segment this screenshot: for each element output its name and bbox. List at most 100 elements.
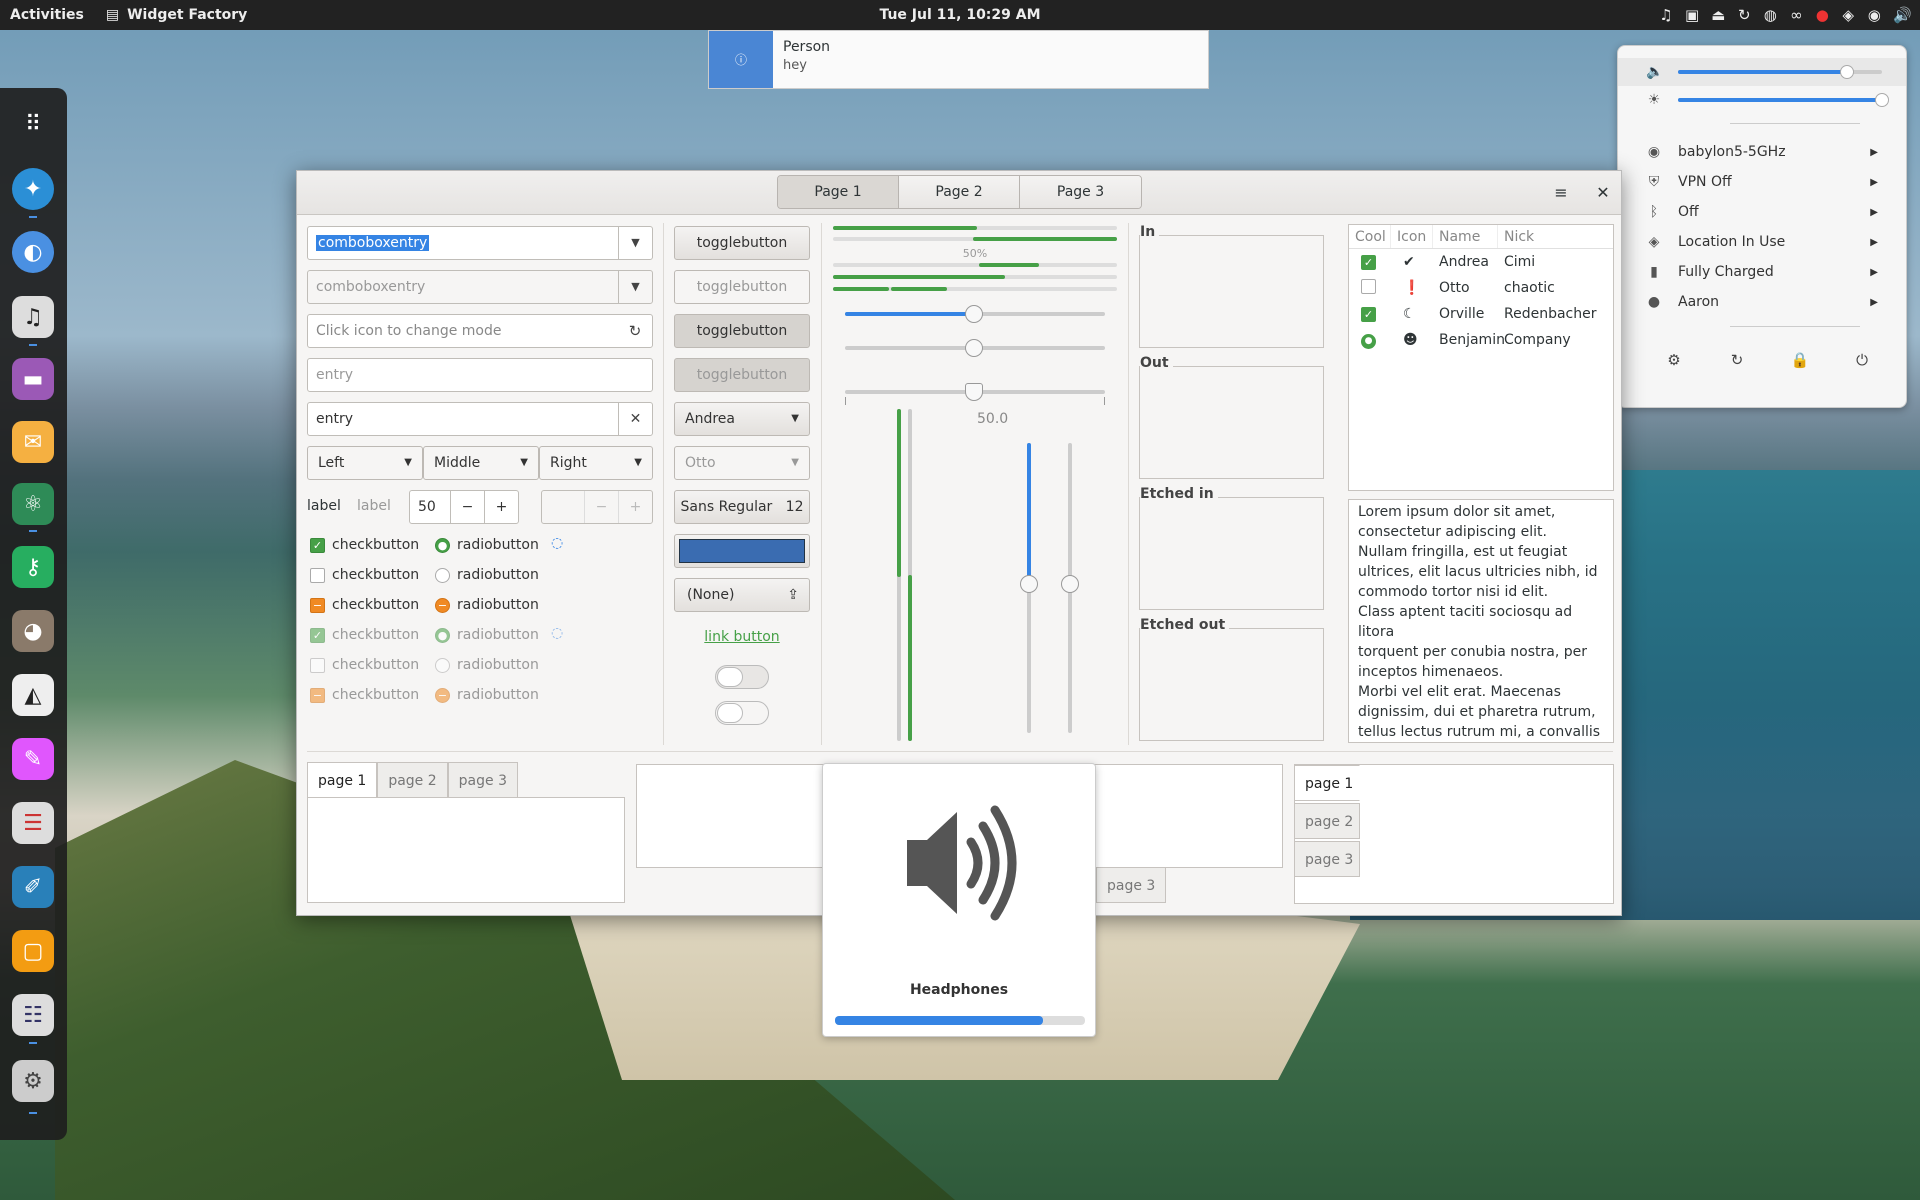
notebook-3-tab-page-2[interactable]: page 2 xyxy=(1294,803,1360,839)
sysmenu-item-1[interactable]: ◉ babylon5-5GHz ▶ xyxy=(1618,138,1906,166)
linked-middle-button[interactable]: Middle ▼ xyxy=(423,446,539,480)
clearable-entry[interactable]: entry ✕ xyxy=(307,402,653,436)
close-icon[interactable]: ✕ xyxy=(1591,181,1615,205)
font-button[interactable]: Sans Regular 12 xyxy=(674,490,810,524)
restart-icon[interactable]: ↻ xyxy=(1723,346,1751,374)
column-header-name[interactable]: Name xyxy=(1433,225,1498,248)
browser-icon[interactable]: ✦ xyxy=(12,168,54,210)
switch-off[interactable] xyxy=(715,665,769,689)
link-button[interactable]: link button xyxy=(674,629,810,645)
cool-checkbox[interactable] xyxy=(1349,278,1391,298)
color-picker-icon[interactable]: ✎ xyxy=(12,738,54,780)
sysmenu-item-3[interactable]: ᛒ Off ▶ xyxy=(1618,198,1906,226)
file-chooser-button[interactable]: (None) ⇪ xyxy=(674,578,810,612)
entry-field[interactable]: entry xyxy=(307,358,653,392)
brightness-knob[interactable] xyxy=(1875,93,1889,107)
lock-icon[interactable]: 🔒 xyxy=(1786,346,1814,374)
column-header-icon[interactable]: Icon xyxy=(1391,225,1433,248)
notebook-2-tab-page-3[interactable]: page 3 xyxy=(1096,867,1167,903)
sysmenu-item-4[interactable]: ◈ Location In Use ▶ xyxy=(1618,228,1906,256)
tweaks-icon[interactable]: ☰ xyxy=(12,802,54,844)
combobox-andrea[interactable]: Andrea ▼ xyxy=(674,402,810,436)
notebook-1-tab-page-1[interactable]: page 1 xyxy=(307,762,378,798)
settings-gear-icon[interactable]: ⚙ xyxy=(1660,346,1688,374)
activities-button[interactable]: Activities xyxy=(10,7,84,23)
vertical-scale-2[interactable] xyxy=(908,409,912,741)
column-header-nick[interactable]: Nick xyxy=(1498,225,1534,248)
volume-slider[interactable] xyxy=(1678,65,1882,79)
settings-app-icon[interactable]: ⚙ xyxy=(12,1060,54,1102)
radiobutton-unselected[interactable]: radiobutton xyxy=(435,565,539,585)
app-grid-icon[interactable]: ⠿ xyxy=(12,103,54,145)
stack-page-3[interactable]: Page 3 xyxy=(1020,176,1141,208)
radiobutton-mixed[interactable]: − radiobutton xyxy=(435,595,539,615)
scale-knob[interactable] xyxy=(965,305,983,323)
volume-knob[interactable] xyxy=(1840,65,1855,79)
horizontal-scale-3[interactable] xyxy=(845,383,1105,401)
atom-icon[interactable]: ⚛ xyxy=(12,483,54,525)
togglebutton-active[interactable]: togglebutton xyxy=(674,314,810,348)
table-row[interactable]: ✓ ✔ Andrea Cimi xyxy=(1349,249,1613,275)
linked-left-button[interactable]: Left ▼ xyxy=(307,446,423,480)
mail-icon[interactable]: ✉ xyxy=(12,421,54,463)
notebook-1-tab-page-2[interactable]: page 2 xyxy=(377,762,448,798)
plus-icon[interactable]: + xyxy=(484,491,518,523)
table-row[interactable]: ● ☻ Benjamin Company xyxy=(1349,327,1613,353)
power-icon[interactable]: ⏻ xyxy=(1848,346,1876,374)
clear-icon[interactable]: ✕ xyxy=(618,403,652,435)
checkbutton-checked[interactable]: ✓ checkbutton xyxy=(310,535,419,555)
key-icon[interactable]: ⚷ xyxy=(12,546,54,588)
server-icon[interactable]: ☷ xyxy=(12,994,54,1036)
radiobutton-selected[interactable]: ● radiobutton xyxy=(435,535,539,555)
glasses-icon[interactable]: ∞ xyxy=(1789,6,1803,24)
music-icon[interactable]: ♫ xyxy=(1659,6,1673,24)
eject-icon[interactable]: ⏏ xyxy=(1711,6,1725,24)
stack-page-2[interactable]: Page 2 xyxy=(899,176,1020,208)
stack-page-1[interactable]: Page 1 xyxy=(778,176,899,208)
avatar-icon[interactable]: ● xyxy=(1815,6,1829,24)
table-row[interactable]: ✓ ☾ Orville Redenbacher xyxy=(1349,301,1613,327)
cool-checkbox[interactable]: ✓ xyxy=(1349,306,1391,322)
wifi-icon[interactable]: ◉ xyxy=(1867,6,1881,24)
minus-icon[interactable]: − xyxy=(450,491,484,523)
gimp-icon[interactable]: ◕ xyxy=(12,610,54,652)
linked-right-button[interactable]: Right ▼ xyxy=(539,446,653,480)
checkbutton-unchecked[interactable]: checkbutton xyxy=(310,565,419,585)
notebook-3-tab-page-3[interactable]: page 3 xyxy=(1294,841,1360,877)
tree-view[interactable]: Cool Icon Name Nick ✓ ✔ Andrea Cimi ❗ Otto ch… xyxy=(1348,224,1614,491)
sysmenu-item-2[interactable]: ⛨ VPN Off ▶ xyxy=(1618,168,1906,196)
refresh-icon[interactable]: ↻ xyxy=(1737,6,1751,24)
icon-entry[interactable]: Click icon to change mode ↻ xyxy=(307,314,653,348)
sysmenu-item-6[interactable]: ● Aaron ▶ xyxy=(1618,288,1906,316)
chevron-down-icon[interactable]: ▼ xyxy=(618,227,652,259)
archive-icon[interactable]: ▢ xyxy=(12,930,54,972)
brightness-slider[interactable] xyxy=(1678,93,1889,107)
cool-radio[interactable]: ● xyxy=(1349,331,1391,349)
spin-button[interactable]: 50− + xyxy=(409,490,519,524)
volume-icon[interactable]: 🔊 xyxy=(1893,6,1912,24)
checkbutton-mixed[interactable]: − checkbutton xyxy=(310,595,419,615)
notification-banner[interactable]: ⓘ Person hey xyxy=(708,30,1209,89)
hamburger-menu-icon[interactable]: ≡ xyxy=(1549,181,1573,205)
combobox-entry[interactable]: comboboxentry ▼ xyxy=(307,226,653,260)
vertical-scale-3[interactable] xyxy=(1020,443,1038,733)
clipboard-icon[interactable]: ▣ xyxy=(1685,6,1699,24)
refresh-icon[interactable]: ↻ xyxy=(618,315,652,347)
inkscape-icon[interactable]: ◭ xyxy=(12,674,54,716)
color-button[interactable] xyxy=(674,534,810,568)
mastodon-icon[interactable]: ◐ xyxy=(12,231,54,273)
steam-icon[interactable]: ◍ xyxy=(1763,6,1777,24)
clock[interactable]: Tue Jul 11, 10:29 AM xyxy=(0,7,1920,23)
column-header-cool[interactable]: Cool xyxy=(1349,225,1391,248)
drawing-icon[interactable]: ✐ xyxy=(12,866,54,908)
scale-knob[interactable] xyxy=(1020,575,1038,593)
text-view[interactable]: Lorem ipsum dolor sit amet, consectetur a… xyxy=(1348,499,1614,743)
vertical-scale-1[interactable] xyxy=(897,409,901,741)
network-icon[interactable]: ◈ xyxy=(1841,6,1855,24)
table-row[interactable]: ❗ Otto chaotic xyxy=(1349,275,1613,301)
notebook-1-tab-page-3[interactable]: page 3 xyxy=(447,762,518,798)
app-menu[interactable]: ▤ Widget Factory xyxy=(106,7,247,23)
togglebutton[interactable]: togglebutton xyxy=(674,226,810,260)
files-icon[interactable]: ▬ xyxy=(12,358,54,400)
cool-checkbox[interactable]: ✓ xyxy=(1349,254,1391,270)
